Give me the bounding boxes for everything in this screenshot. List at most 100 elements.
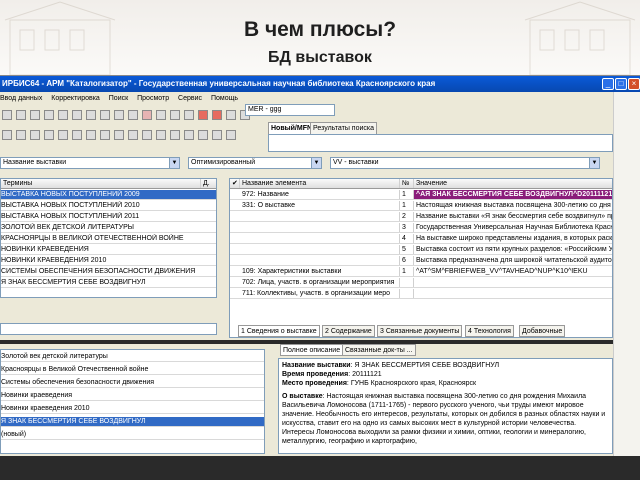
tab-technology[interactable]: 4 Технология [465,325,514,337]
tab-linked-records[interactable]: Связанные док-ты ... [342,344,416,356]
tab-full-description[interactable]: Полное описание [280,344,344,356]
table-row[interactable]: 331: О выставке 1 Настоящая книжная выст… [230,201,612,211]
delete-icon[interactable] [142,110,152,120]
menu-item-view[interactable]: Просмотр [137,95,169,102]
value-header[interactable]: Значение [414,179,612,188]
list-item[interactable]: ВЫСТАВКА НОВЫХ ПОСТУПЛЕНИЙ 2009 [1,190,216,200]
toolbar-icon-19[interactable] [2,130,12,140]
menu-item-search[interactable]: Поиск [109,95,128,102]
tab-content[interactable]: 2 Содержание [322,325,375,337]
text-format-icon[interactable] [198,110,208,120]
table-row[interactable]: 3 Государственная Универсальная Научная … [230,223,613,233]
toolbar-icon-6[interactable] [72,110,82,120]
toolbar-icon-33[interactable] [198,130,208,140]
toolbar-icon-34[interactable] [212,130,222,140]
maximize-icon[interactable]: □ [615,78,627,90]
terms-header: Термины Д. [1,179,216,189]
search-field-combo[interactable]: Название выставки ▼ [0,157,180,169]
list-item[interactable]: СИСТЕМЫ ОБЕСПЕЧЕНИЯ БЕЗОПАСНОСТИ ДВИЖЕНИ… [1,267,216,277]
toolbar-icon-3[interactable] [30,110,40,120]
toolbar-icon-32[interactable] [184,130,194,140]
toolbar-icon-10[interactable] [128,110,138,120]
list-item[interactable]: Новинки краеведения 2010 [1,404,264,414]
toolbar-icon-28[interactable] [128,130,138,140]
toolbar-icon-17[interactable] [226,110,236,120]
toolbar-icon-26[interactable] [100,130,110,140]
cell-value: ^AT^SM^FBRIEFWEB_VV^TAVHEAD^NUP^K10^IEKU [414,267,612,276]
toolbar-icon-9[interactable] [114,110,124,120]
toolbar-icon-21[interactable] [30,130,40,140]
list-item[interactable]: Системы обеспечения безопасности движени… [1,378,264,388]
cell-num: 5 [400,245,414,254]
toolbar-icon-2[interactable] [16,110,26,120]
toolbar-icon-14[interactable] [184,110,194,120]
table-row[interactable]: 5 Выставка состоит из пяти крупных разде… [230,245,612,255]
mode-combo[interactable]: Оптимизированный ▼ [188,157,322,169]
toolbar-icon-29[interactable] [142,130,152,140]
cell-name: 109: Характеристики выставки [240,267,400,276]
list-item[interactable]: Красноярцы в Великой Отечественной войне [1,365,264,375]
worksheet-combo[interactable]: VV - выставки ▼ [330,157,600,169]
list-item[interactable]: ВЫСТАВКА НОВЫХ ПОСТУПЛЕНИЙ 2010 [1,201,216,211]
toolbar-icon-8[interactable] [100,110,110,120]
tab-search-results[interactable]: Результаты поиска [310,122,378,134]
list-item[interactable]: (новый) [1,430,264,440]
cell-name: 331: О выставке [240,201,400,210]
close-icon[interactable]: × [628,78,640,90]
table-row[interactable]: 2 Название выставки «Я знак бессмертия с… [230,212,612,222]
toolbar-icon-25[interactable] [86,130,96,140]
table-row[interactable]: 702: Лица, участв. в организации меропри… [230,278,612,288]
toolbar-icon-12[interactable] [156,110,166,120]
table-row[interactable]: 711: Коллективы, участв. в организации м… [230,289,612,299]
vertical-scrollbar[interactable] [613,92,640,480]
toolbar-icon-13[interactable] [170,110,180,120]
list-item[interactable]: НОВИНКИ КРАЕВЕДЕНИЯ [1,245,216,255]
table-row[interactable]: 4 На выставке широко представлены издани… [230,234,612,244]
list-item[interactable]: Я ЗНАК БЕССМЕРТИЯ СЕБЕ ВОЗДВИГНУЛ [1,278,216,288]
chevron-down-icon[interactable]: ▼ [589,158,599,168]
list-item[interactable]: Золотой век детской литературы [1,352,264,362]
list-item[interactable]: Новинки краеведения [1,391,264,401]
menu-item-edit[interactable]: Корректировка [51,95,100,102]
terms-count-header[interactable]: Д. [201,179,216,188]
tab-info[interactable]: 1 Сведения о выставке [238,325,320,337]
terms-search-input[interactable] [0,323,217,335]
menu-item-service[interactable]: Сервис [178,95,202,102]
cut-icon[interactable] [212,110,222,120]
toolbar-icon-24[interactable] [72,130,82,140]
toolbar-icon-23[interactable] [58,130,68,140]
list-item[interactable]: НОВИНКИ КРАЕВЕДЕНИЯ 2010 [1,256,216,266]
database-field[interactable]: MER - ggg [245,104,335,116]
list-item[interactable]: КРАСНОЯРЦЫ В ВЕЛИКОЙ ОТЕЧЕСТВЕННОЙ ВОЙНЕ [1,234,216,244]
toolbar-icon-4[interactable] [44,110,54,120]
number-header[interactable]: № [400,179,414,188]
toolbar-icon-30[interactable] [156,130,166,140]
element-name-header[interactable]: Название элемента [240,179,400,188]
menu-item-input[interactable]: Ввод данных [0,95,42,102]
list-item[interactable]: ВЫСТАВКА НОВЫХ ПОСТУПЛЕНИЙ 2011 [1,212,216,222]
tab-new-mfn[interactable]: Новый/MFN [268,122,316,134]
tab-linked-docs[interactable]: 3 Связанные документы [377,325,463,337]
minimize-icon[interactable]: _ [602,78,614,90]
chevron-down-icon[interactable]: ▼ [311,158,321,168]
toolbar-icon-22[interactable] [44,130,54,140]
list-item[interactable]: ЗОЛОТОЙ ВЕК ДЕТСКОЙ ЛИТЕРАТУРЫ [1,223,216,233]
list-item[interactable]: Я ЗНАК БЕССМЕРТИЯ СЕБЕ ВОЗДВИГНУЛ [1,417,264,427]
chevron-down-icon[interactable]: ▼ [169,158,179,168]
menu-item-help[interactable]: Помощь [211,95,238,102]
table-row[interactable]: 109: Характеристики выставки 1 ^AT^SM^FB… [230,267,612,277]
app-window: ИРБИС64 - АРМ "Каталогизатор" - Государс… [0,75,640,480]
tab-additional[interactable]: Добавочные [519,325,566,337]
records-list: Золотой век детской литературы Красноярц… [0,349,265,454]
toolbar-icon-7[interactable] [86,110,96,120]
toolbar-icon-35[interactable] [226,130,236,140]
toolbar-icon-27[interactable] [114,130,124,140]
table-row[interactable]: 6 Выставка предназначена для широкой чит… [230,256,612,266]
toolbar-icon-5[interactable] [58,110,68,120]
toolbar-icon-31[interactable] [170,130,180,140]
toolbar-icon-1[interactable] [2,110,12,120]
toolbar-icon-20[interactable] [16,130,26,140]
table-row[interactable]: 972: Название 1 ^AЯ ЗНАК БЕССМЕРТИЯ СЕБЕ… [230,190,612,200]
cell-value: Государственная Универсальная Научная Би… [416,224,613,231]
terms-column-header[interactable]: Термины [1,179,201,188]
